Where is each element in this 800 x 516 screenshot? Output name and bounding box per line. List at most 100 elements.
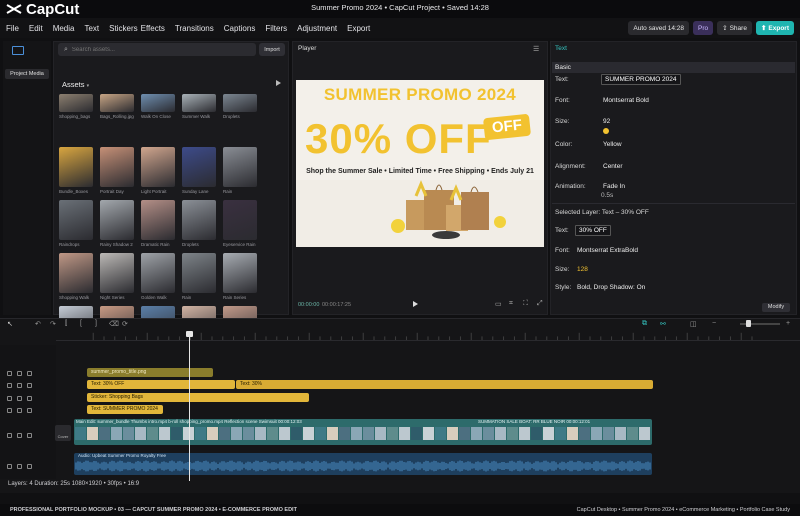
animation-value[interactable]: Fade In	[603, 183, 625, 190]
lock-icon[interactable]	[7, 396, 12, 401]
import-button[interactable]: Import	[259, 43, 285, 56]
eye-icon[interactable]	[17, 396, 22, 401]
menu-export[interactable]: Export	[347, 24, 370, 33]
pro-badge[interactable]: Pro	[693, 21, 714, 35]
expand-icon[interactable]: ⤢	[537, 300, 543, 308]
audio-icon[interactable]	[27, 371, 32, 376]
menu-transitions[interactable]: Transitions	[175, 24, 214, 33]
modify-button[interactable]: Modify	[762, 303, 790, 312]
asset-thumbnail[interactable]: Golden Walk	[141, 253, 175, 300]
asset-thumbnail[interactable]: Walk On Close	[141, 94, 175, 119]
audio-icon[interactable]	[27, 464, 32, 469]
cover-button[interactable]: Cover	[55, 425, 71, 441]
eye-icon[interactable]	[17, 383, 22, 388]
asset-thumbnail[interactable]: Rainy Shadow 2	[100, 200, 134, 247]
assets-dropdown[interactable]: Assets ▾	[62, 80, 89, 89]
menu-file[interactable]: File	[6, 24, 19, 33]
playhead[interactable]	[189, 331, 190, 481]
asset-thumbnail[interactable]: Rain	[182, 253, 216, 300]
lock-icon[interactable]	[7, 464, 12, 469]
lock-icon[interactable]	[7, 371, 12, 376]
lock-icon[interactable]	[7, 433, 12, 438]
asset-thumbnail[interactable]: Dramatic Rain	[141, 200, 175, 247]
delete-icon[interactable]: ⌫	[109, 320, 119, 328]
clip-text-summer-promo[interactable]: Text: SUMMER PROMO 2024	[87, 405, 163, 414]
clip-text-30-off[interactable]: Text: 30% OFF	[87, 380, 235, 389]
eye-icon[interactable]	[17, 408, 22, 413]
preview-axis-icon[interactable]: ◫	[690, 320, 697, 328]
asset-thumbnail[interactable]: Portrait Day	[100, 147, 134, 194]
asset-thumbnail[interactable]: Light Portrait	[141, 147, 175, 194]
clip-sticker-shopping-bags[interactable]: Sticker: Shopping Bags	[87, 393, 309, 402]
menu-icon[interactable]: ☰	[533, 45, 539, 53]
section-basic[interactable]: Basic	[552, 62, 795, 73]
zoom-in-icon[interactable]: +	[786, 320, 790, 327]
preview-canvas[interactable]: SUMMER PROMO 2024 30% OFF OFF Shop the S…	[296, 80, 544, 247]
snap-icon[interactable]: ⧉	[642, 320, 647, 328]
search-input[interactable]	[71, 46, 222, 53]
time-ruler[interactable]	[56, 331, 800, 341]
clip-text-30-off-extension[interactable]: Text: 30%	[236, 380, 653, 389]
export-button[interactable]: ⬆ Export	[755, 21, 794, 35]
menu-effects[interactable]: Effects	[141, 24, 165, 33]
loop-icon[interactable]: ⟳	[122, 320, 128, 328]
asset-thumbnail[interactable]: Summer Walk	[182, 94, 216, 119]
asset-thumbnail[interactable]: Rain Series	[223, 253, 257, 300]
size-value[interactable]: 92	[603, 118, 610, 125]
eye-icon[interactable]	[17, 371, 22, 376]
asset-thumbnail[interactable]: Shopping Walk	[59, 253, 93, 300]
clip-text-title-image[interactable]: summer_promo_title.png	[87, 368, 213, 377]
menu-filters[interactable]: Filters	[265, 24, 287, 33]
audio-icon[interactable]	[27, 383, 32, 388]
text-input[interactable]: SUMMER PROMO 2024	[601, 74, 681, 85]
menu-adjustment[interactable]: Adjustment	[297, 24, 337, 33]
tab-text[interactable]: Text	[555, 45, 567, 52]
select-tool-icon[interactable]: ↖	[7, 320, 13, 328]
asset-thumbnail[interactable]: Bundle_Boxes	[59, 147, 93, 194]
style-value[interactable]: Bold, Drop Shadow: On	[577, 284, 645, 291]
redo-icon[interactable]: ↷	[50, 320, 56, 328]
eye-icon[interactable]	[17, 464, 22, 469]
alignment-value[interactable]: Center	[603, 163, 623, 170]
project-media-tab[interactable]: Project Media	[5, 69, 49, 79]
audio-icon[interactable]	[27, 433, 32, 438]
animation-duration[interactable]: 0.5s	[601, 192, 613, 199]
font2-value[interactable]: Montserrat ExtraBold	[577, 247, 638, 254]
undo-icon[interactable]: ↶	[35, 320, 41, 328]
share-button[interactable]: ⇪ Share	[717, 21, 752, 35]
menu-stickers[interactable]: Stickers	[109, 24, 137, 33]
media-library-icon[interactable]	[12, 46, 24, 55]
asset-thumbnail[interactable]: Droplets	[182, 200, 216, 247]
eye-icon[interactable]	[17, 433, 22, 438]
asset-thumbnail[interactable]: Rain	[223, 147, 257, 194]
audio-icon[interactable]	[27, 396, 32, 401]
zoom-out-icon[interactable]: −	[712, 320, 716, 327]
color-swatch[interactable]	[603, 128, 609, 134]
ratio-icon[interactable]: ▭	[495, 300, 502, 308]
size2-value[interactable]: 128	[577, 266, 588, 273]
asset-thumbnail[interactable]: Night Series	[100, 253, 134, 300]
link-icon[interactable]: ⚯	[660, 320, 666, 328]
text2-input[interactable]: 30% OFF	[575, 225, 611, 236]
menu-captions[interactable]: Captions	[224, 24, 256, 33]
audio-icon[interactable]	[27, 408, 32, 413]
font-value[interactable]: Montserrat Bold	[603, 97, 649, 104]
fullscreen-icon[interactable]: ⛶	[523, 300, 528, 308]
asset-thumbnail[interactable]: Droplets	[223, 94, 257, 119]
play-icon[interactable]	[413, 301, 418, 307]
menu-text[interactable]: Text	[84, 24, 99, 33]
lock-icon[interactable]	[7, 383, 12, 388]
asset-thumbnail[interactable]: Raindrops	[59, 200, 93, 247]
asset-thumbnail[interactable]: Eyeservice Rain	[223, 200, 257, 247]
crop-icon[interactable]: ⌗	[509, 300, 513, 308]
menu-edit[interactable]: Edit	[29, 24, 43, 33]
zoom-slider-handle[interactable]	[746, 320, 751, 327]
trim-right-icon[interactable]: ]	[95, 320, 97, 327]
split-icon[interactable]: ⫿	[65, 320, 67, 328]
lock-icon[interactable]	[7, 408, 12, 413]
search-box[interactable]: ⌕	[58, 43, 256, 56]
asset-thumbnail[interactable]: Shopping_bags	[59, 94, 93, 119]
asset-thumbnail[interactable]: Sunday Lane	[182, 147, 216, 194]
chevron-right-icon[interactable]	[276, 80, 281, 86]
trim-left-icon[interactable]: [	[80, 320, 82, 327]
